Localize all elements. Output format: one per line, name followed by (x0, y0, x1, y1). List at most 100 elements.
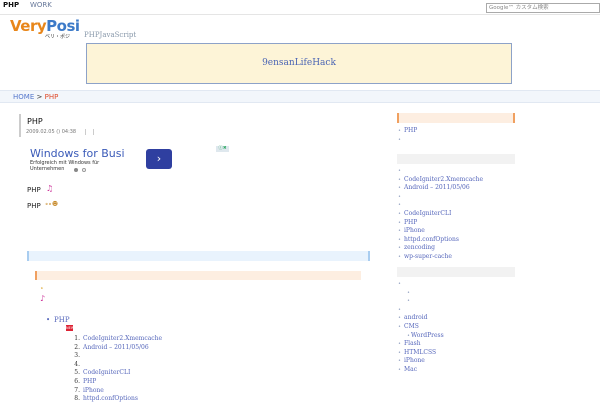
sidebar-item: • iPhone (398, 357, 444, 366)
sidebar-item: • CMS (398, 323, 444, 332)
sidebar-item: • (398, 167, 483, 176)
nav-link-work[interactable]: WORK (30, 1, 52, 9)
sidebar-item-link[interactable]: CodeIgniter2.Xmemcache (404, 176, 483, 183)
sidebar-item: • httpd.confOptions (398, 236, 483, 245)
carousel-dot-active[interactable] (74, 168, 78, 172)
ad-choices-icon[interactable]: ⓘ✖ (216, 146, 229, 152)
bullet-icon: • (407, 298, 410, 305)
bullet-icon: • (398, 136, 401, 143)
breadcrumb-current[interactable]: PHP (45, 93, 59, 101)
sidebar-item: • (398, 136, 417, 145)
breadcrumb: HOME > PHP (0, 90, 600, 103)
ad-title[interactable]: Windows for Business (30, 147, 125, 160)
related-item-link[interactable]: PHP (83, 378, 96, 385)
related-item-link[interactable]: httpd.confOptions (83, 395, 138, 402)
sidebar-item: • (398, 297, 444, 306)
bullet-icon: • (398, 193, 401, 200)
sidebar-item-link[interactable]: Flash (404, 340, 421, 347)
ad-unit[interactable]: Windows for Business Erfolgreich mit Win… (26, 144, 231, 174)
breadcrumb-separator: > (36, 93, 43, 101)
related-item-link[interactable]: CodeIgniter2.Xmemcache (83, 335, 162, 342)
small-icon: ⋆ (40, 285, 44, 292)
bullet-icon: • (398, 168, 401, 174)
sidebar-item-link[interactable]: PHP (404, 219, 417, 226)
related-item: 8. httpd.confOptions (68, 395, 162, 404)
sidebar-item-link[interactable]: Mac (404, 366, 417, 373)
related-item: 4. (68, 361, 162, 370)
sidebar-item: • android (398, 314, 444, 323)
list-number: 6. (74, 377, 80, 385)
sidebar-item: • (398, 280, 444, 289)
carousel-dot[interactable] (82, 168, 86, 172)
sidebar-item: • Android – 2011/05/06 (398, 184, 483, 193)
sidebar-item-link[interactable]: PHP (404, 127, 417, 134)
sidebar-item-link[interactable]: WordPress (411, 332, 444, 339)
sidebar-heading (397, 113, 515, 123)
article-date: 2009.02.05 () 04:38 (26, 129, 77, 135)
related-item-link[interactable]: CodeIgniterCLI (83, 369, 130, 376)
sidebar-item-link[interactable]: HTMLCSS (404, 349, 436, 356)
list-number: 1. (74, 335, 80, 342)
sidebar-list-recent: • • CodeIgniter2.Xmemcache • Android – 2011/… (398, 167, 483, 262)
divider (93, 129, 94, 135)
sidebar-list-tags: • • • • • android • CMS •WordPress • Flash • HTMLCSS… (398, 280, 444, 375)
sidebar-item: • wp-super-cache (398, 253, 483, 262)
chevron-right-icon: › (156, 152, 162, 165)
sidebar-item: • (398, 193, 483, 202)
related-item: 2. Android – 2011/05/06 (68, 344, 162, 353)
sidebar-item: • Flash (398, 340, 444, 349)
sidebar-item: • (398, 306, 444, 315)
sidebar-item: • HTMLCSS (398, 349, 444, 358)
sidebar-item: • (398, 289, 444, 298)
site-logo[interactable]: VeryPosi ベリ・ポジ (10, 17, 80, 43)
sidebar-item-link[interactable]: iPhone (404, 227, 425, 234)
section-heading-bar (35, 271, 361, 280)
header-banner[interactable]: 9ensanLifeHack (86, 43, 512, 84)
sidebar-item: • (398, 201, 483, 210)
sidebar-item-link[interactable]: android (404, 314, 428, 321)
tag-label[interactable]: PHP (27, 202, 41, 210)
list-number: 4. (74, 360, 80, 368)
divider (85, 129, 86, 135)
related-category-link[interactable]: PHP (54, 316, 70, 324)
sidebar-item-link[interactable]: zencoding (404, 244, 435, 251)
related-item: 1. CodeIgniter2.Xmemcache (68, 335, 162, 344)
sidebar-item-link[interactable]: Android – 2011/05/06 (404, 184, 470, 191)
new-badge-icon: NEW (66, 325, 75, 331)
bullet-icon: • (407, 332, 410, 339)
sidebar-item-link[interactable]: httpd.confOptions (404, 236, 459, 243)
sidebar-item-link[interactable]: iPhone (404, 357, 425, 364)
related-list: 1. CodeIgniter2.Xmemcache 2. Android – 2011… (68, 335, 162, 404)
sidebar-heading (397, 154, 515, 164)
sidebar-item: • iPhone (398, 227, 483, 236)
sidebar-item: • CodeIgniter2.Xmemcache (398, 176, 483, 185)
ad-next-button[interactable]: › (146, 149, 172, 169)
sidebar-item-link[interactable]: CodeIgniterCLI (404, 210, 451, 217)
article-title: PHP (27, 117, 43, 126)
related-item: 3. (68, 352, 162, 361)
related-item: 5. CodeIgniterCLI (68, 369, 162, 378)
bullet-icon: • (46, 316, 51, 324)
related-item-link[interactable]: iPhone (83, 387, 104, 394)
logo-kana: ベリ・ポジ (45, 34, 71, 40)
sidebar-item-link[interactable]: wp-super-cache (404, 253, 452, 260)
tag-label[interactable]: PHP (27, 186, 41, 194)
nav-link-php[interactable]: PHP (3, 1, 19, 9)
list-number: 2. (74, 343, 80, 351)
breadcrumb-home[interactable]: HOME (13, 93, 34, 101)
sidebar-item: • zencoding (398, 244, 483, 253)
related-item-link[interactable]: Android – 2011/05/06 (83, 344, 149, 351)
list-number: 8. (74, 395, 80, 403)
search-input[interactable]: Google™ カスタム検索 (486, 3, 600, 13)
bullet-icon: • (398, 202, 401, 209)
music-note-icon: ♪ (40, 294, 46, 303)
sidebar-item-link[interactable]: CMS (404, 323, 419, 330)
divider (0, 14, 600, 15)
music-note-icon: ♫ (46, 184, 54, 193)
bullet-icon: • (398, 281, 401, 287)
sidebar-heading (397, 267, 515, 277)
top-nav: PHP WORK Google™ カスタム検索 (0, 0, 600, 13)
sidebar-item: • Mac (398, 366, 444, 375)
related-item: 7. iPhone (68, 387, 162, 396)
emoji-icon: ∘∘☻ (45, 200, 59, 208)
